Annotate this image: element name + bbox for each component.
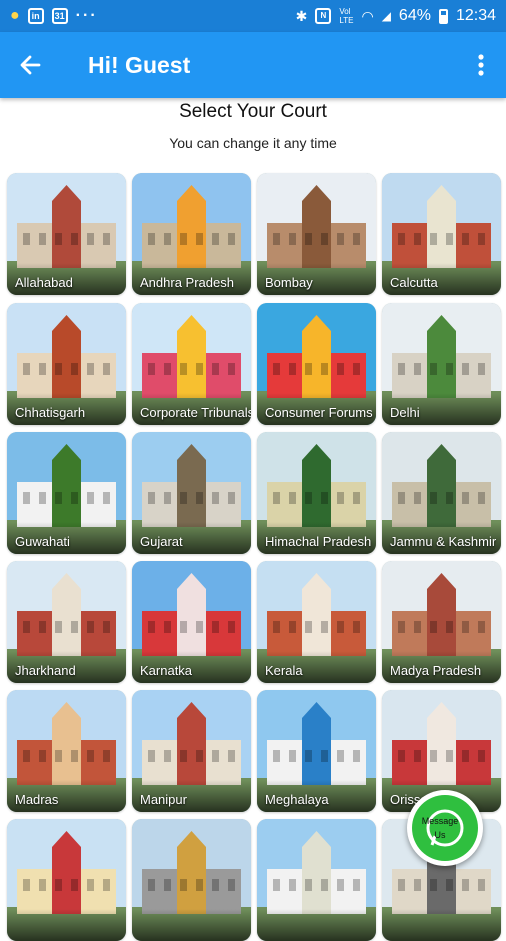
court-tile[interactable]: Madras <box>7 690 126 812</box>
court-tile[interactable] <box>257 819 376 941</box>
bluetooth-icon: ✱ <box>295 7 308 24</box>
court-label: Madras <box>15 792 59 807</box>
court-label: Consumer Forums <box>265 405 373 420</box>
status-bar: ● in 31 ··· ✱ N Vol LTE ◠ ◢ 64% 12:34 <box>0 0 506 32</box>
court-tile[interactable]: Allahabad <box>7 173 126 295</box>
battery-percent: 64% <box>398 7 431 24</box>
page-title: Select Your Court <box>179 101 327 122</box>
app-bar: Hi! Guest <box>0 32 506 98</box>
court-label: Jammu & Kashmir <box>390 534 497 549</box>
court-tile[interactable]: Andhra Pradesh <box>132 173 251 295</box>
court-label: Chhatisgarh <box>15 405 86 420</box>
more-dots-icon: ··· <box>75 7 98 24</box>
court-tile[interactable]: Delhi <box>382 303 501 425</box>
court-tile[interactable]: Meghalaya <box>257 690 376 812</box>
court-label: Calcutta <box>390 275 438 290</box>
court-label: Delhi <box>390 405 420 420</box>
court-label: Gujarat <box>140 534 183 549</box>
whatsapp-message-button[interactable]: Message Us <box>407 790 483 866</box>
signal-icon: ◢ <box>381 9 391 23</box>
court-tile[interactable]: Himachal Pradesh <box>257 432 376 554</box>
court-label: Allahabad <box>15 275 73 290</box>
court-label: Kerala <box>265 663 303 678</box>
more-vert-icon[interactable] <box>456 32 506 98</box>
arrow-left-icon[interactable] <box>0 32 60 98</box>
court-tile[interactable]: Madya Pradesh <box>382 561 501 683</box>
court-label: Himachal Pradesh <box>265 534 372 549</box>
court-tile[interactable]: Manipur <box>132 690 251 812</box>
court-tile[interactable]: Calcutta <box>382 173 501 295</box>
court-label: Guwahati <box>15 534 70 549</box>
court-label: Andhra Pradesh <box>140 275 234 290</box>
nfc-icon: N <box>315 8 332 24</box>
court-tile[interactable]: Bombay <box>257 173 376 295</box>
wifi-icon: ◠ <box>361 7 374 24</box>
app-title: Hi! Guest <box>88 51 191 78</box>
court-tile[interactable]: Consumer Forums <box>257 303 376 425</box>
court-tile[interactable]: Chhatisgarh <box>7 303 126 425</box>
calendar-icon: 31 <box>51 8 68 24</box>
whatsapp-text-line1: Message <box>421 816 459 826</box>
court-tile[interactable]: Guwahati <box>7 432 126 554</box>
court-label: Meghalaya <box>265 792 329 807</box>
court-label: Jharkhand <box>15 663 76 678</box>
bulb-icon: ● <box>10 7 20 24</box>
court-tile[interactable]: Kerala <box>257 561 376 683</box>
inbox-icon: in <box>27 8 44 24</box>
volte-icon: Vol LTE <box>339 7 354 25</box>
court-label: Manipur <box>140 792 187 807</box>
court-label: Corporate Tribunals <box>140 405 251 420</box>
court-label: Bombay <box>265 275 313 290</box>
battery-icon <box>438 8 448 24</box>
court-tile[interactable]: Jammu & Kashmir <box>382 432 501 554</box>
court-tile[interactable]: Corporate Tribunals <box>132 303 251 425</box>
court-tile[interactable]: Gujarat <box>132 432 251 554</box>
whatsapp-text-line2: Us <box>434 830 446 840</box>
court-label: Madya Pradesh <box>390 663 482 678</box>
court-tile[interactable] <box>132 819 251 941</box>
court-tile[interactable]: Jharkhand <box>7 561 126 683</box>
page-subtitle: You can change it any time <box>169 135 337 151</box>
clock: 12:34 <box>455 7 496 24</box>
court-label: Karnatka <box>140 663 193 678</box>
court-tile[interactable] <box>7 819 126 941</box>
court-tile[interactable]: Karnatka <box>132 561 251 683</box>
